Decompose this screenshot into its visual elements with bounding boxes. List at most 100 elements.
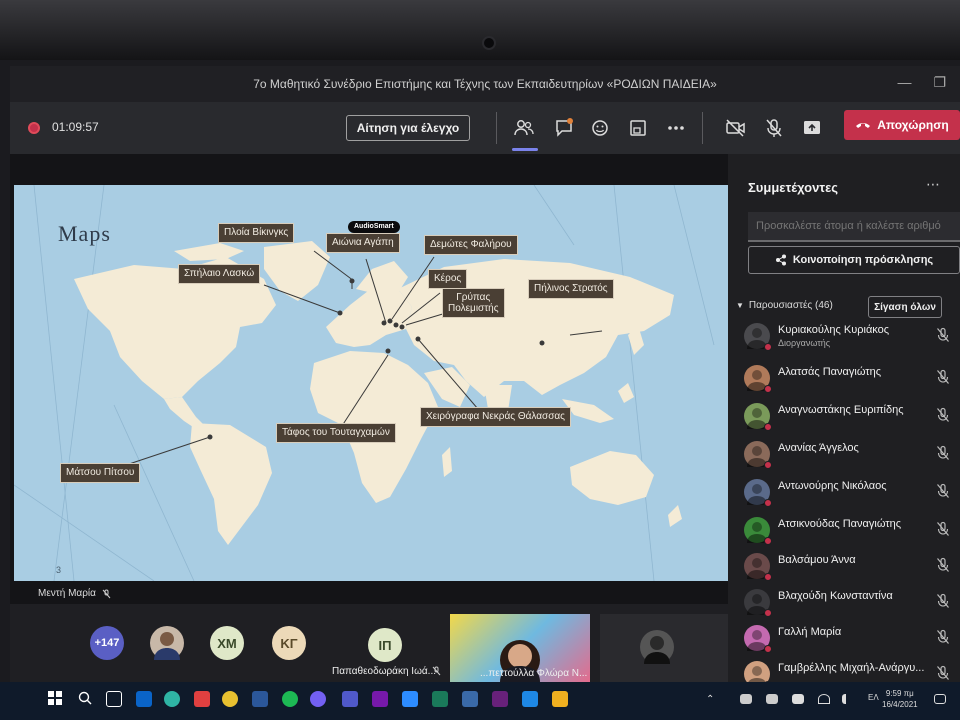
notifications-icon[interactable] [934,694,946,704]
edge-icon[interactable] [164,691,180,707]
battery-icon[interactable] [792,694,804,704]
status-dot [764,343,772,351]
spotify-icon[interactable] [282,691,298,707]
mic-off-icon[interactable] [936,593,950,609]
share-invite-button[interactable]: Κοινοποίηση πρόσκλησης [748,246,960,274]
app-icon[interactable] [194,691,210,707]
breakout-rooms-icon[interactable] [624,114,652,142]
viber-icon[interactable] [310,691,326,707]
participant-row[interactable]: Αναγνωστάκης Ευριπίδης [728,398,960,435]
participant-row[interactable]: Κυριακούλης Κυριάκος Διοργανωτής [728,318,960,355]
video-strip: +147 ΧΜ ΚΓ ΙΠ Παπαθεοδωράκη Ιωά... ...πε… [10,604,728,682]
panel-title: Συμμετέχοντες [748,180,839,195]
presenters-section-header[interactable]: ▼ Παρουσιαστές (46) [736,300,833,311]
outlook-icon[interactable] [136,691,152,707]
search-icon[interactable] [78,691,94,707]
app-icon[interactable] [552,691,568,707]
chat-icon[interactable] [550,114,578,142]
word-icon[interactable] [252,691,268,707]
people-icon[interactable] [510,114,538,142]
status-dot [764,385,772,393]
presenters-count-label: Παρουσιαστές (46) [748,300,833,311]
shared-content-stage: AudioSmart Maps Πλοία Βίκινγκς Αιώνια Αγ… [10,154,728,604]
mic-off-icon[interactable] [936,407,950,423]
active-tab-indicator [512,148,538,151]
map-label-army: Πήλινος Στρατός [528,279,614,299]
participant-row[interactable]: Ανανίας Άγγελος [728,436,960,473]
volume-icon[interactable] [842,694,854,704]
map-label-vikings: Πλοία Βίκινγκς [218,223,295,243]
camera-off-icon[interactable] [722,114,750,142]
request-control-button[interactable]: Αίτηση για έλεγχο [346,115,470,141]
participant-avatar-xm[interactable]: ΧΜ [210,626,244,660]
chrome-icon[interactable] [222,691,238,707]
language-indicator[interactable]: ΕΛ [868,693,879,702]
participant-avatar [640,630,674,664]
mic-off-icon[interactable] [936,629,950,645]
overflow-count-badge[interactable]: +147 [90,626,124,660]
mic-off-icon[interactable] [936,557,950,573]
mic-off-icon[interactable] [936,483,950,499]
participant-name: Ατσικνούδας Παναγιώτης [778,518,902,530]
visual-studio-icon[interactable] [492,691,508,707]
windows-start-icon[interactable] [48,691,64,707]
share-tray-icon[interactable] [798,114,826,142]
participant-row[interactable]: Αντωνούρης Νικόλαος [728,474,960,511]
teams-icon[interactable] [342,691,358,707]
mic-off-icon[interactable] [936,665,950,681]
zoom-icon[interactable] [402,691,418,707]
mic-off-icon [432,666,441,676]
participant-name: Βλαχούδη Κωνσταντίνα [778,590,893,602]
mic-off-icon[interactable] [936,327,950,343]
participant-name: Ανανίας Άγγελος [778,442,859,454]
participant-role: Διοργανωτής [778,338,831,348]
task-view-icon[interactable] [106,691,122,707]
chevron-up-icon[interactable]: ⌃ [706,694,716,705]
onedrive-icon[interactable] [766,694,778,704]
mic-off-icon[interactable] [936,445,950,461]
more-icon[interactable]: ⋯ [926,176,940,193]
mic-off-icon[interactable] [936,369,950,385]
share-invite-label: Κοινοποίηση πρόσκλησης [792,254,934,266]
participant-row[interactable]: Βλαχούδη Κωνσταντίνα [728,584,960,621]
participant-avatar-kg[interactable]: ΚΓ [272,626,306,660]
participant-video-tile[interactable] [600,614,728,682]
map-label-machu: Μάτσου Πίτσου [60,463,141,483]
app-icon[interactable] [522,691,538,707]
meeting-timer: 01:09:57 [52,120,99,134]
meeting-toolbar: 01:09:57 Αίτηση για έλεγχο Αποχώρηση [10,102,960,154]
minimize-icon[interactable]: — [897,74,911,91]
share-icon [775,254,786,266]
participant-name: Αντωνούρης Νικόλαος [778,480,887,492]
app-icon[interactable] [462,691,478,707]
participants-panel: Συμμετέχοντες ⋯ Κοινοποίηση πρόσκλησης ▼… [728,154,960,689]
participant-name: Γαλλή Μαρία [778,626,842,638]
reactions-icon[interactable] [586,114,614,142]
wifi-icon[interactable] [818,694,830,704]
calculator-icon[interactable] [432,691,448,707]
mic-off-icon[interactable] [760,114,788,142]
phone-icon [856,123,871,128]
participant-row[interactable]: Βαλσάμου Άννα [728,548,960,585]
participant-avatar[interactable] [150,626,184,660]
webcam-lens [482,36,496,50]
mic-off-icon[interactable] [936,521,950,537]
leave-button[interactable]: Αποχώρηση [844,110,960,140]
map-label-grypas-line2: Πολεμιστής [448,303,499,314]
windows-taskbar: ⌃ ΕΛ 9:59 πμ 16/4/2021 [0,682,960,720]
maximize-icon[interactable]: ❐ [933,74,946,91]
participant-name-video: ...πεττούλλα Φλώρα Ν... [480,668,588,679]
more-icon[interactable] [662,114,690,142]
invite-search-input[interactable] [748,212,960,242]
participant-avatar-ip[interactable]: ΙΠ [368,628,402,662]
mute-all-button[interactable]: Σίγαση όλων [868,296,942,318]
toolbar-divider [702,112,703,144]
participant-row[interactable]: Αλατσάς Παναγιώτης [728,360,960,397]
participant-name: Κυριακούλης Κυριάκος [778,324,890,336]
system-clock[interactable]: 9:59 πμ 16/4/2021 [882,688,918,710]
participant-row[interactable]: Γαλλή Μαρία [728,620,960,657]
onenote-icon[interactable] [372,691,388,707]
participant-row[interactable]: Ατσικνούδας Παναγιώτης [728,512,960,549]
onedrive-icon[interactable] [740,694,752,704]
status-dot [764,609,772,617]
